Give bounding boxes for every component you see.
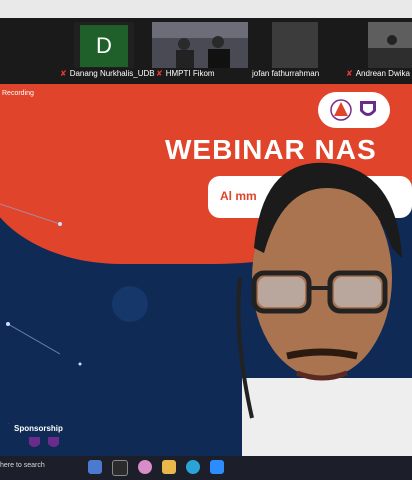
participant-tile-2[interactable]	[152, 22, 248, 68]
zoom-app-icon[interactable]	[210, 460, 224, 474]
recording-indicator: Recording	[2, 90, 34, 97]
taskbar-app-icon[interactable]	[138, 460, 152, 474]
edge-browser-icon[interactable]	[186, 460, 200, 474]
participant-name-1: ✘ Danang Nurkhalis_UDB	[60, 69, 155, 78]
task-view-icon[interactable]	[88, 460, 102, 474]
university-logo-icon	[330, 99, 352, 121]
mic-muted-icon: ✘	[60, 69, 67, 78]
taskbar-search-box[interactable]: here to search	[0, 462, 45, 469]
shield-logo-icon	[360, 101, 376, 116]
mic-muted-icon: ✘	[346, 69, 353, 78]
participant-name-3: jofan fathurrahman	[252, 69, 320, 78]
mic-muted-icon: ✘	[156, 69, 163, 78]
windows-taskbar	[0, 456, 412, 480]
window-top-bar	[0, 0, 412, 18]
participant-tile-4[interactable]	[368, 22, 412, 68]
sponsor-logos	[29, 437, 59, 447]
participant-name-2: ✘ HMPTI Fikom	[156, 69, 215, 78]
logo-badge	[318, 92, 390, 128]
participant-name-4: ✘ Andrean Dwika P	[346, 69, 412, 78]
participant-tile-3[interactable]	[272, 22, 318, 68]
video-feed	[152, 22, 248, 68]
sponsorship-label: Sponsorship	[14, 424, 63, 433]
participant-strip: D ✘ Danang Nurkhalis_UDB ✘ HMPTI Fikom j…	[0, 0, 412, 84]
file-explorer-icon[interactable]	[162, 460, 176, 474]
shared-screen: Recording WEBINAR NAS Al mm Sponsorship	[0, 84, 412, 456]
network-decoration	[0, 203, 148, 424]
video-feed	[368, 22, 412, 68]
avatar: D	[80, 25, 128, 67]
speaker-video	[236, 162, 412, 456]
taskbar-app-icon[interactable]	[112, 460, 128, 476]
